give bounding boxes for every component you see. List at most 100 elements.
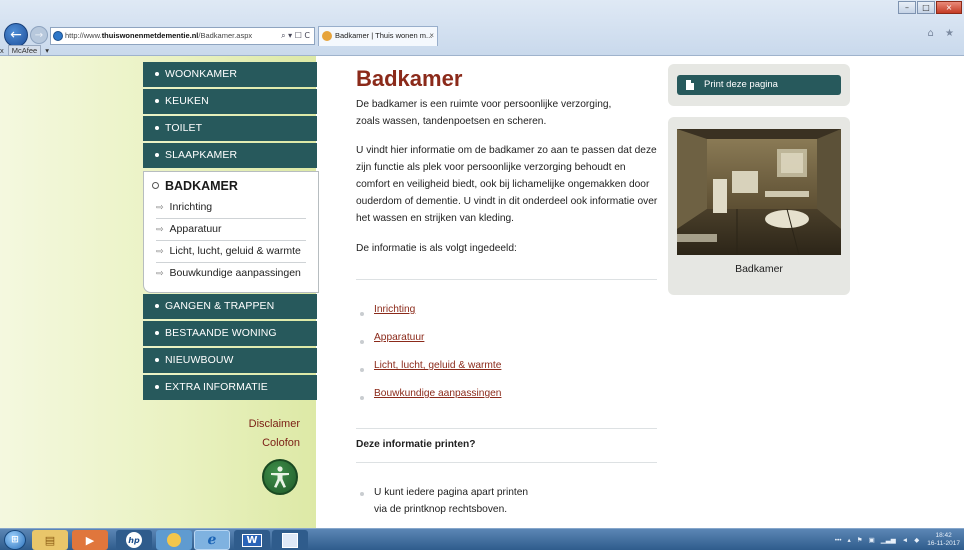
link-licht-lucht[interactable]: Licht, lucht, geluid & warmte: [374, 360, 501, 371]
menu-item-woonkamer[interactable]: WOONKAMER: [143, 62, 317, 87]
url-domain: thuiswonenmetdementie.nl: [101, 31, 199, 40]
hp-taskbar-button[interactable]: hp: [116, 530, 152, 550]
browser-chrome: – □ × ← → http://www.thuiswonenmetdement…: [0, 0, 964, 56]
submenu-item-bouwkundig[interactable]: ⇨ Bouwkundige aanpassingen: [156, 263, 306, 285]
bullet-icon: [155, 304, 159, 309]
windows-logo-icon: ⊞: [11, 535, 19, 545]
divider: [356, 428, 657, 429]
address-bar[interactable]: http://www.thuiswonenmetdementie.nl/Badk…: [50, 27, 315, 45]
signal-icon[interactable]: ▁▃▅: [881, 536, 896, 544]
arrow-right-icon: ⇨: [156, 225, 164, 235]
submenu-item-apparatuur[interactable]: ⇨ Apparatuur: [156, 219, 306, 241]
folder-icon: ▤: [44, 533, 56, 547]
home-favorites-icons[interactable]: ⌂ ★: [928, 28, 959, 39]
link-inrichting[interactable]: Inrichting: [374, 304, 415, 315]
clock[interactable]: 18:42 16-11-2017: [927, 532, 960, 548]
system-tray: ••• ▴ ⚑ ▣ ▁▃▅ ◄ ◆ 18:42 16-11-2017: [829, 531, 960, 549]
word-document-icon: [282, 532, 298, 548]
active-submenu: BADKAMER ⇨ Inrichting ⇨ Apparatuur ⇨ Licht,…: [143, 171, 319, 293]
disc-icon: [167, 533, 181, 547]
divider: [356, 279, 657, 280]
submenu-label: Bouwkundige aanpassingen: [169, 267, 301, 279]
address-tools-icons[interactable]: ⌕ ▾ ☐ C: [281, 28, 310, 44]
accessibility-icon[interactable]: [262, 459, 298, 495]
print-page-button[interactable]: Print deze pagina: [677, 75, 841, 95]
menu-item-slaapkamer[interactable]: SLAAPKAMER: [143, 143, 317, 168]
submenu-title[interactable]: BADKAMER: [152, 179, 238, 193]
bullet-icon: [155, 153, 159, 158]
menu-item-extra-informatie[interactable]: EXTRA INFORMATIE: [143, 375, 317, 400]
submenu-label: Inrichting: [169, 201, 213, 213]
arrow-left-icon: ←: [10, 27, 22, 43]
language-icon[interactable]: •••: [835, 537, 842, 544]
hp-logo-icon: hp: [126, 532, 142, 548]
back-button[interactable]: ←: [4, 23, 28, 47]
menu-label: EXTRA INFORMATIE: [165, 381, 268, 393]
explorer-taskbar-button[interactable]: ▤: [32, 530, 68, 550]
menu-label: GANGEN & TRAPPEN: [165, 300, 275, 312]
menu-label: SLAAPKAMER: [165, 149, 238, 161]
tab-close-icon[interactable]: ×: [429, 27, 434, 45]
window-controls: – □ ×: [897, 1, 962, 14]
bullet-icon: [155, 331, 159, 336]
circle-icon: [152, 182, 159, 189]
arrow-right-icon: ⇨: [156, 203, 164, 213]
menu-item-nieuwbouw[interactable]: NIEUWBOUW: [143, 348, 317, 373]
clock-date: 16-11-2017: [927, 540, 960, 547]
site-favicon-icon: [322, 31, 332, 41]
disclaimer-link[interactable]: Disclaimer: [249, 418, 300, 430]
volume-icon[interactable]: ◄: [902, 537, 908, 544]
link-apparatuur[interactable]: Apparatuur: [374, 332, 424, 343]
print-text: U kunt iedere pagina apart printen via d…: [374, 487, 529, 515]
submenu-item-inrichting[interactable]: ⇨ Inrichting: [156, 197, 306, 219]
network-icon[interactable]: ▣: [869, 536, 875, 544]
colofon-link[interactable]: Colofon: [262, 437, 300, 449]
intro-text: De badkamer is een ruimte voor persoonli…: [356, 99, 612, 127]
media-player-taskbar-button[interactable]: ▶: [72, 530, 108, 550]
divider: [356, 462, 657, 463]
toolbar-close-icon[interactable]: x: [0, 46, 4, 55]
taskbar: ⊞ ▤ ▶ hp ℯ W ••• ▴ ⚑ ▣ ▁▃▅ ◄ ◆ 18:42 16-…: [0, 528, 964, 550]
print-button-label: Print deze pagina: [704, 79, 778, 90]
clock-time: 18:42: [935, 532, 952, 539]
bullet-icon: [360, 368, 364, 372]
menu-label: BESTAANDE WONING: [165, 327, 277, 339]
bullet-icon: [360, 492, 364, 496]
menu-item-bestaande-woning[interactable]: BESTAANDE WONING: [143, 321, 317, 346]
word-icon: W: [242, 533, 262, 547]
word-doc-taskbar-button[interactable]: [272, 530, 308, 550]
forward-button[interactable]: →: [30, 26, 48, 44]
word-taskbar-button[interactable]: W: [234, 530, 270, 550]
url-path: /Badkamer.aspx: [198, 31, 253, 40]
start-button[interactable]: ⊞: [4, 530, 26, 550]
submenu-label: Licht, lucht, geluid & warmte: [169, 245, 301, 257]
print-heading: Deze informatie printen?: [356, 439, 476, 450]
ie-taskbar-button[interactable]: ℯ: [194, 530, 230, 550]
app-taskbar-button[interactable]: [156, 530, 192, 550]
bullet-icon: [155, 72, 159, 77]
ie-page-icon: [53, 31, 63, 41]
browser-tab[interactable]: Badkamer | Thuis wonen m... ×: [318, 26, 438, 46]
arrow-right-icon: ⇨: [156, 269, 164, 279]
link-bouwkundig[interactable]: Bouwkundige aanpassingen: [374, 388, 501, 399]
page-title: Badkamer: [356, 66, 463, 91]
minimize-button[interactable]: –: [898, 1, 916, 14]
menu-label: NIEUWBOUW: [165, 354, 234, 366]
menu-item-keuken[interactable]: KEUKEN: [143, 89, 317, 114]
bathroom-image-icon: [677, 129, 841, 255]
action-center-flag-icon[interactable]: ⚑: [857, 536, 863, 544]
menu-label: WOONKAMER: [165, 68, 238, 80]
toolbar-dropdown-icon[interactable]: ▾: [45, 46, 49, 55]
mcafee-button[interactable]: McAfee: [7, 45, 42, 56]
index-intro-text: De informatie is als volgt ingedeeld:: [356, 243, 517, 254]
show-hidden-icons-icon[interactable]: ▴: [848, 536, 851, 544]
maximize-button[interactable]: □: [917, 1, 935, 14]
security-icon[interactable]: ◆: [914, 536, 919, 544]
menu-item-gangen-trappen[interactable]: GANGEN & TRAPPEN: [143, 294, 317, 319]
submenu-item-licht[interactable]: ⇨ Licht, lucht, geluid & warmte: [156, 241, 306, 263]
menu-item-toilet[interactable]: TOILET: [143, 116, 317, 141]
bullet-icon: [155, 99, 159, 104]
close-window-button[interactable]: ×: [936, 1, 962, 14]
menu-label: KEUKEN: [165, 95, 209, 107]
bullet-icon: [155, 126, 159, 131]
